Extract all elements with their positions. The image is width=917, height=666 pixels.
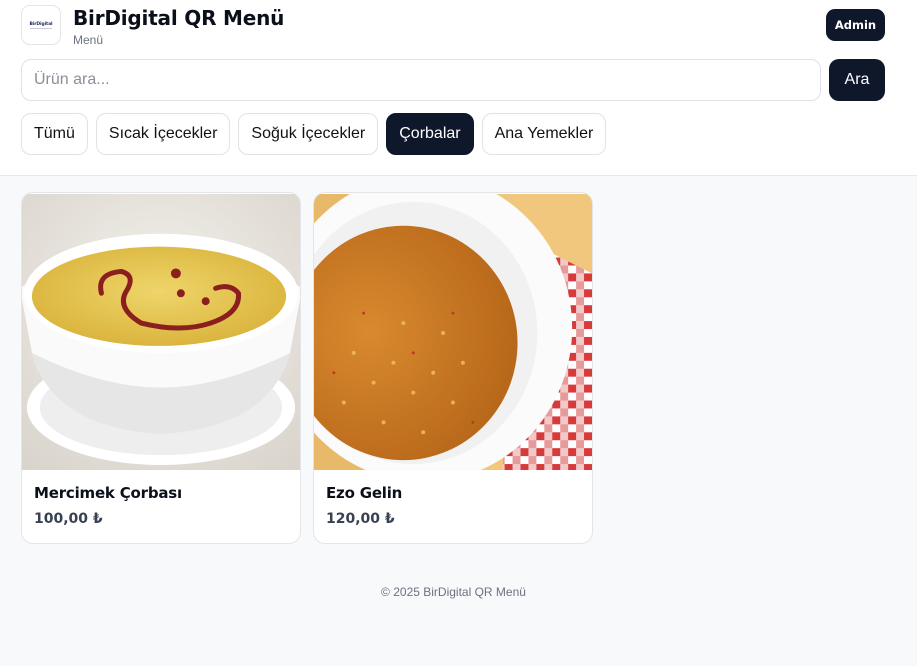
product-card[interactable]: Mercimek Çorbası 100,00 ₺	[21, 192, 301, 544]
footer-copyright: © 2025 BirDigital QR Menü	[381, 585, 526, 599]
product-name: Ezo Gelin	[326, 484, 403, 502]
logo[interactable]: BirDigital	[21, 5, 61, 45]
tab-all[interactable]: Tümü	[21, 113, 88, 155]
search-input[interactable]	[21, 59, 821, 101]
product-price: 100,00 ₺	[34, 511, 103, 527]
logo-mark: BirDigital	[30, 22, 53, 29]
lentil-soup-photo	[22, 193, 300, 471]
product-name: Mercimek Çorbası	[34, 484, 182, 502]
product-card[interactable]: Ezo Gelin 120,00 ₺	[313, 192, 593, 544]
logo-text: BirDigital	[29, 21, 53, 27]
ezogelin-soup-photo	[314, 193, 592, 471]
header: BirDigital BirDigital QR Menü Menü Admin…	[0, 0, 917, 176]
tab-soups[interactable]: Çorbalar	[386, 113, 474, 155]
app-title: BirDigital QR Menü	[73, 6, 285, 30]
product-price: 120,00 ₺	[326, 511, 395, 527]
search-button[interactable]: Ara	[829, 59, 885, 101]
tab-hot-drinks[interactable]: Sıcak İçecekler	[95, 113, 231, 155]
admin-button[interactable]: Admin	[826, 9, 885, 41]
tab-main-dishes[interactable]: Ana Yemekler	[481, 113, 607, 155]
app-subtitle: Menü	[73, 33, 104, 47]
tab-cold-drinks[interactable]: Soğuk İçecekler	[238, 113, 379, 155]
category-tabs: Tümü Sıcak İçecekler Soğuk İçecekler Çor…	[21, 113, 607, 155]
